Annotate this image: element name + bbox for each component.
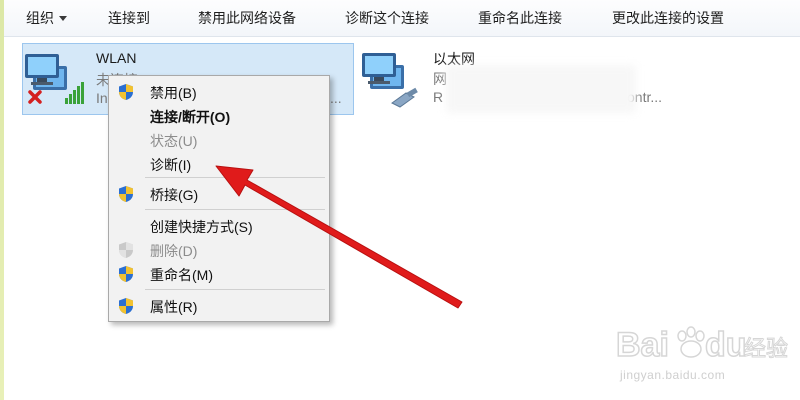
baidu-watermark: Bai du 经验 jingyan.baidu.com: [612, 316, 792, 396]
baidu-jingyan-logo: Bai du 经验: [615, 325, 788, 365]
svg-text:经验: 经验: [744, 337, 788, 362]
watermark-url: jingyan.baidu.com: [620, 368, 726, 382]
svg-text:du: du: [705, 326, 747, 364]
svg-text:Bai: Bai: [616, 326, 669, 364]
